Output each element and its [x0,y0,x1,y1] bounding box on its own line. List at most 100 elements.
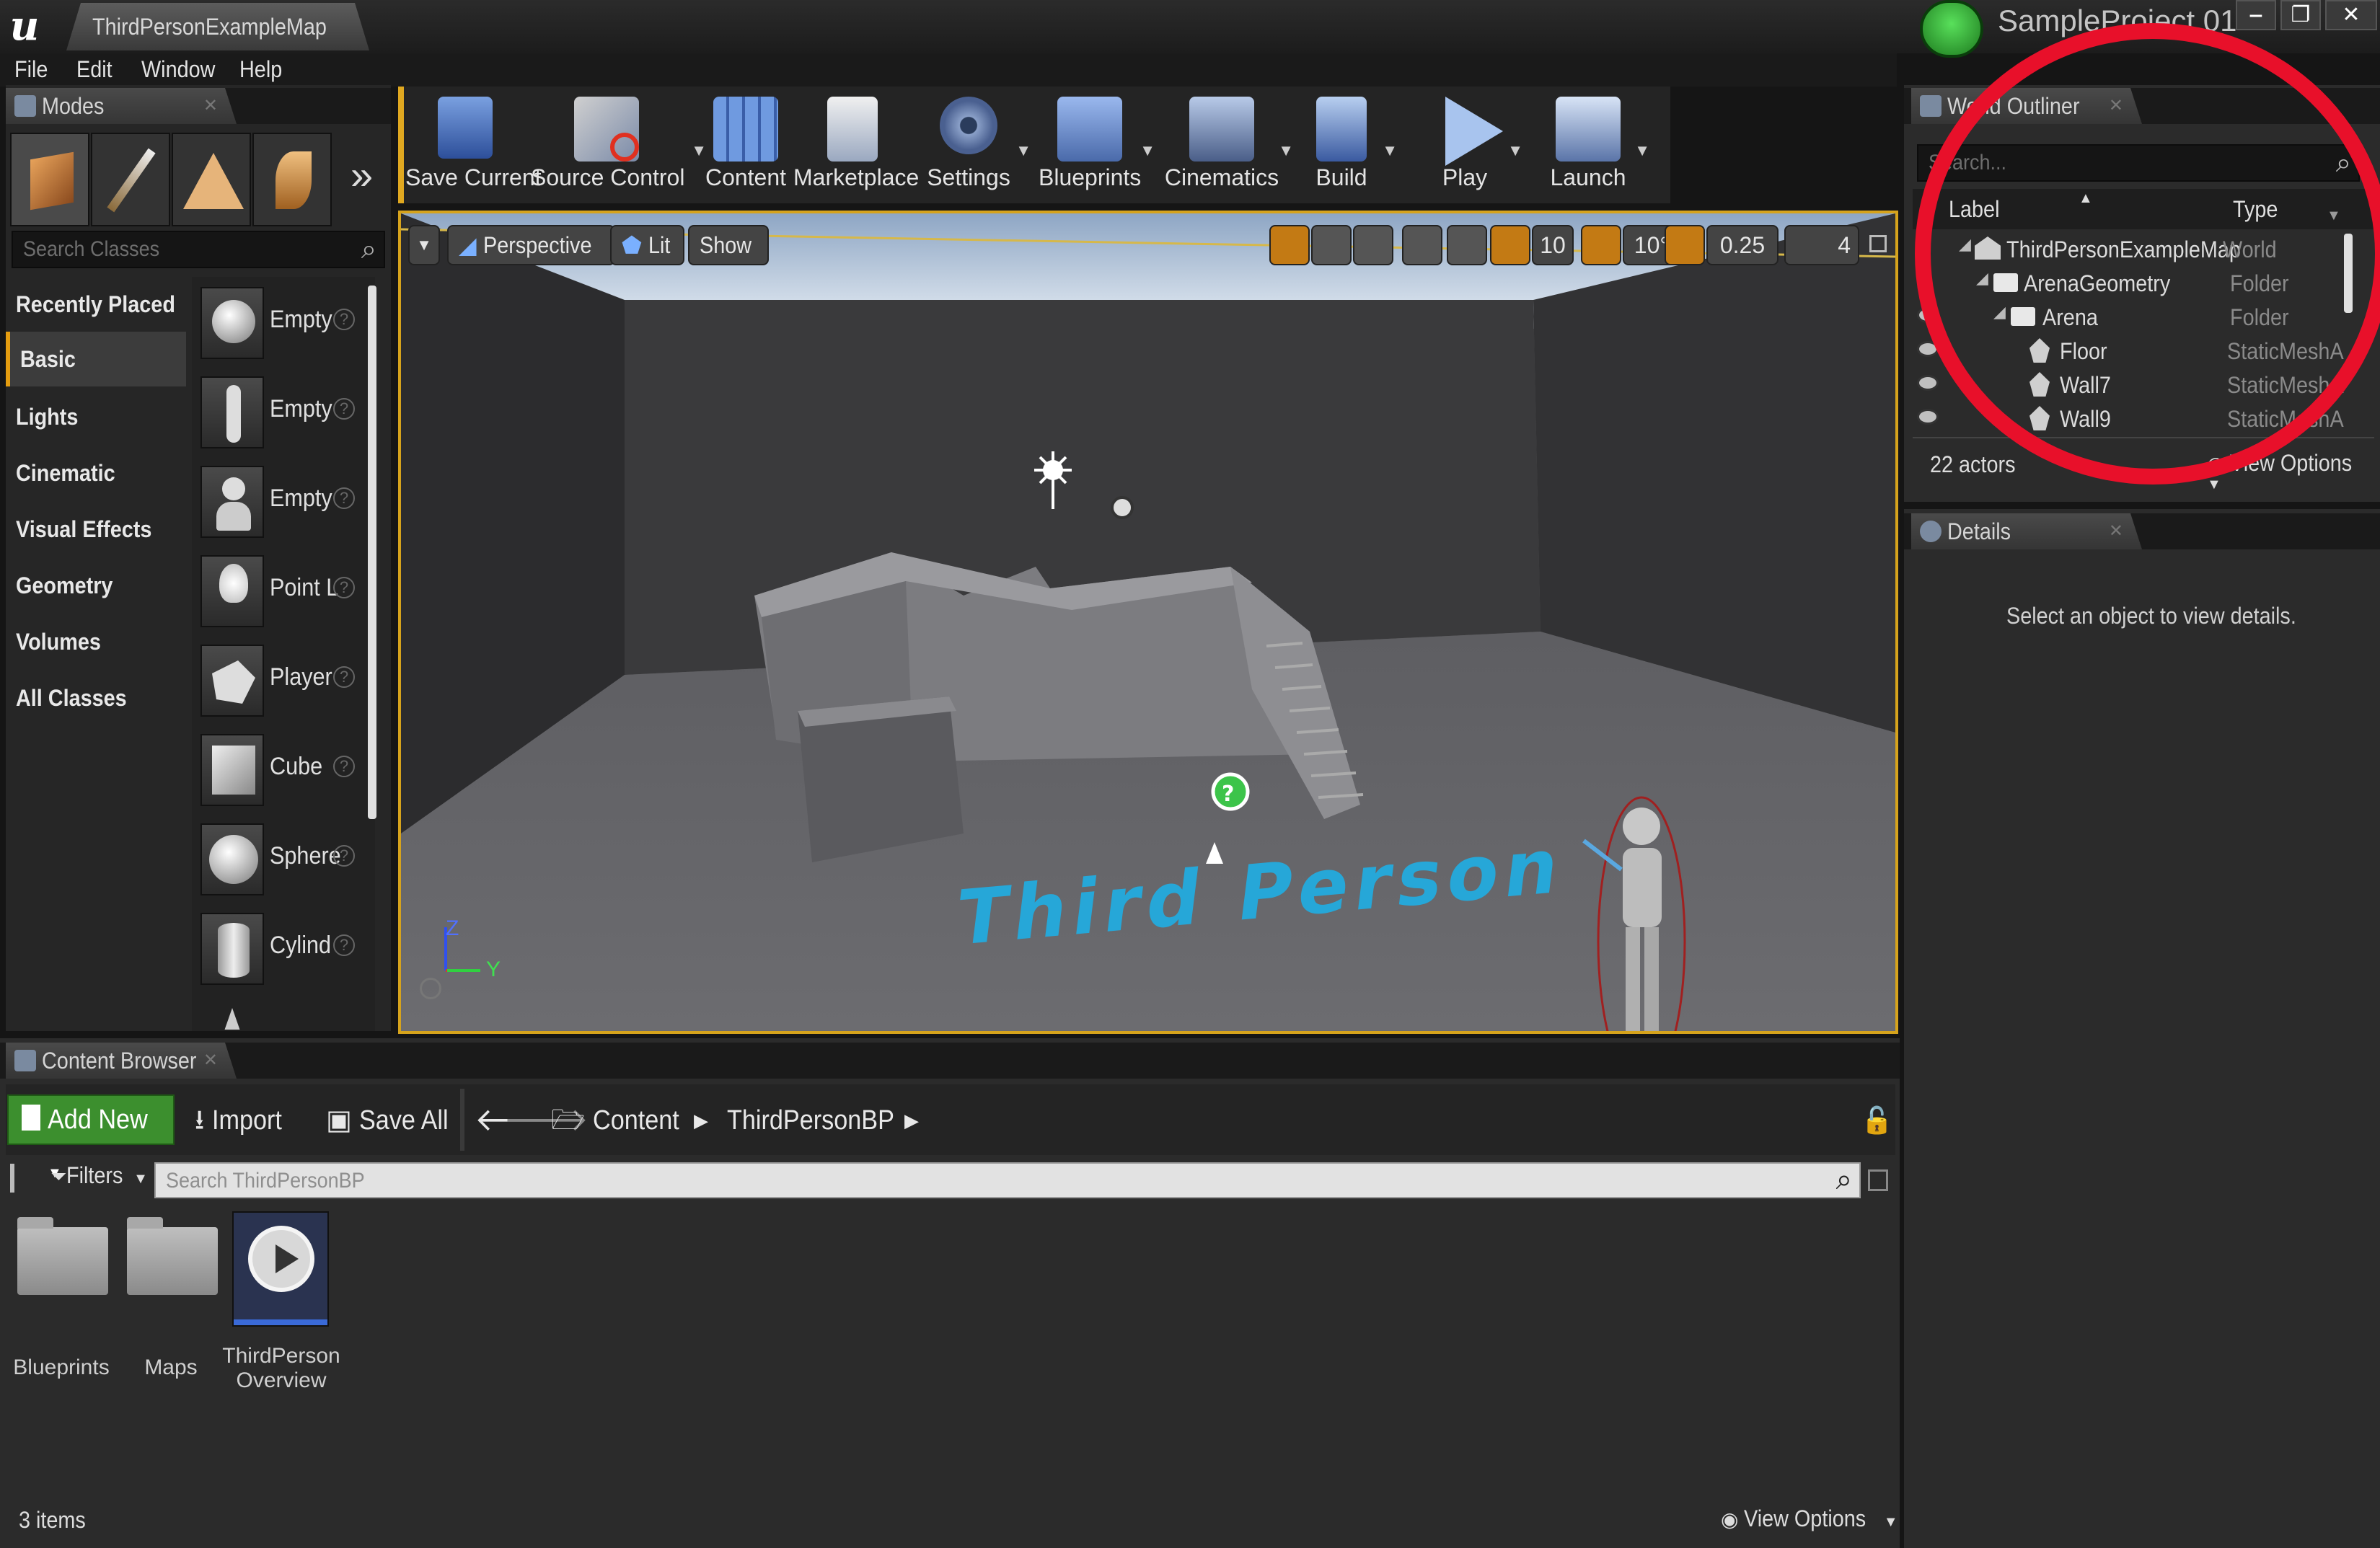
breadcrumb-separator-icon[interactable]: ▶ [694,1097,708,1144]
place-items-scrollbar[interactable] [368,286,376,819]
category-all-classes[interactable]: All Classes [6,671,186,725]
help-icon[interactable]: ? [333,756,355,777]
close-button[interactable]: ✕ [2325,0,2377,30]
visibility-eye-icon[interactable] [1917,409,1939,425]
settings-button[interactable]: Settings ▼ [917,91,1031,199]
marketplace-button[interactable]: Marketplace [793,91,919,199]
foliage-mode-icon[interactable] [252,133,332,226]
help-icon[interactable]: ? [333,845,355,867]
content-search-input[interactable]: Search ThirdPersonBP ⌕ [154,1162,1861,1198]
category-geometry[interactable]: Geometry [6,558,186,613]
category-visual-effects[interactable]: Visual Effects [6,502,186,557]
search-classes-input[interactable]: Search Classes ⌕ [12,231,385,268]
level-viewport[interactable]: ? Third Person Z Y ▼ ◢ Perspective ⬟ Lit… [398,211,1898,1034]
camera-speed-button[interactable]: 4 [1784,225,1859,265]
help-icon[interactable]: ? [333,309,355,330]
category-cinematic[interactable]: Cinematic [6,446,186,500]
new-file-icon [22,1105,40,1131]
chevron-down-icon[interactable]: ▼ [1140,141,1155,160]
maximize-viewport-icon[interactable] [1869,235,1887,252]
chevron-down-icon[interactable]: ▼ [1634,141,1650,160]
tab-close-icon[interactable]: ✕ [2109,513,2123,549]
restore-button[interactable]: ❐ [2280,0,2321,30]
place-item-cube[interactable]: Cube ? [192,727,365,813]
level-tab[interactable]: ThirdPersonExampleMap [66,3,369,50]
help-icon[interactable]: ? [333,934,355,956]
scale-snap-icon[interactable] [1665,225,1705,265]
place-item-cylinder[interactable]: Cylind ? [192,906,365,992]
perspective-button[interactable]: ◢ Perspective [447,225,615,265]
paint-mode-icon[interactable] [91,133,170,226]
place-item-sphere[interactable]: Spherе ? [192,816,365,903]
help-icon[interactable]: ? [333,577,355,598]
surface-snap-icon[interactable] [1447,225,1487,265]
asset-thirdperson-overview[interactable] [232,1211,329,1327]
unreal-logo-icon[interactable]: u [3,3,46,49]
chevron-down-icon[interactable]: ▼ [1507,141,1523,160]
tab-details[interactable]: Details ✕ [1911,513,2142,549]
viewport-help-icon[interactable] [420,978,441,999]
help-icon[interactable]: ? [333,398,355,420]
lit-button[interactable]: ⬟ Lit [610,225,684,265]
save-all-button[interactable]: ▣ Save All [326,1097,459,1144]
place-mode-icon[interactable] [10,133,89,226]
place-item-empty-character[interactable]: Empty ? [192,369,365,456]
content-button[interactable]: Content [704,91,788,199]
scale-icon[interactable] [1353,225,1393,265]
tab-close-icon[interactable]: ✕ [203,88,218,124]
help-icon[interactable]: ? [333,487,355,509]
place-item-empty-actor[interactable]: Empty ? [192,280,365,366]
grid-snap-icon[interactable] [1490,225,1530,265]
blueprints-button[interactable]: Blueprints ▼ [1039,91,1155,199]
show-button[interactable]: Show [688,225,770,265]
category-recently-placed[interactable]: Recently Placed [6,277,186,332]
category-basic[interactable]: Basic [6,332,186,386]
viewport-options-button[interactable]: ▼ [408,225,440,265]
lock-icon[interactable]: 🔓 [1861,1097,1893,1144]
content-view-options-button[interactable]: ◉ View Options ▼ [1721,1505,1898,1532]
sources-panel-toggle-icon[interactable] [10,1164,36,1193]
grid-snap-value[interactable]: 10 [1532,225,1574,265]
pawn-thumb-icon [200,466,264,538]
minimize-button[interactable]: ‒ [2236,0,2276,30]
menu-help[interactable]: Help [239,56,282,83]
chevron-down-icon[interactable]: ▼ [1278,141,1294,160]
breadcrumb-separator-icon[interactable]: ▶ [904,1097,919,1144]
menu-file[interactable]: File [14,56,48,83]
menu-window[interactable]: Window [141,56,215,83]
cinematics-button[interactable]: Cinematics ▼ [1164,91,1294,199]
landscape-mode-icon[interactable] [172,133,251,226]
play-button[interactable]: Play ▼ [1425,91,1523,199]
save-current-button[interactable]: Save Current [405,91,542,199]
help-icon[interactable]: ? [333,666,355,688]
category-lights[interactable]: Lights [6,389,186,444]
visibility-eye-icon[interactable] [1917,375,1939,391]
rotate-icon[interactable] [1311,225,1352,265]
breadcrumb-content[interactable]: 🗁 Content [551,1097,689,1144]
breadcrumb-thirdpersonbp[interactable]: ThirdPersonBP [727,1097,913,1144]
menu-edit[interactable]: Edit [76,56,113,83]
chevron-down-icon[interactable]: ▼ [1382,141,1398,160]
rotation-snap-icon[interactable] [1581,225,1621,265]
tab-content-browser[interactable]: Content Browser ✕ [6,1043,237,1079]
place-item-point-light[interactable]: Point L ? [192,548,365,634]
tab-close-icon[interactable]: ✕ [203,1043,218,1079]
place-item-empty-pawn[interactable]: Empty ? [192,459,365,545]
source-control-button[interactable]: Source Control ▼ [531,91,707,199]
chevron-down-icon[interactable]: ▼ [1015,141,1031,160]
filters-button[interactable]: ⏷Filters ▼ [50,1162,148,1189]
save-search-icon[interactable] [1868,1169,1888,1191]
folder-blueprints[interactable] [17,1217,108,1295]
category-volumes[interactable]: Volumes [6,614,186,669]
build-button[interactable]: Build ▼ [1304,91,1398,199]
import-button[interactable]: ⭳ Import [195,1097,290,1144]
tab-modes[interactable]: Modes ✕ [6,88,237,124]
add-new-button[interactable]: Add New ▼ [7,1094,175,1181]
more-modes-icon[interactable]: » [351,151,373,198]
translate-icon[interactable] [1269,225,1310,265]
scale-snap-value[interactable]: 0.25 [1706,225,1779,265]
world-local-icon[interactable] [1402,225,1442,265]
folder-maps[interactable] [127,1217,218,1295]
launch-button[interactable]: Launch ▼ [1548,91,1650,199]
place-item-player-start[interactable]: Player ? [192,637,365,724]
